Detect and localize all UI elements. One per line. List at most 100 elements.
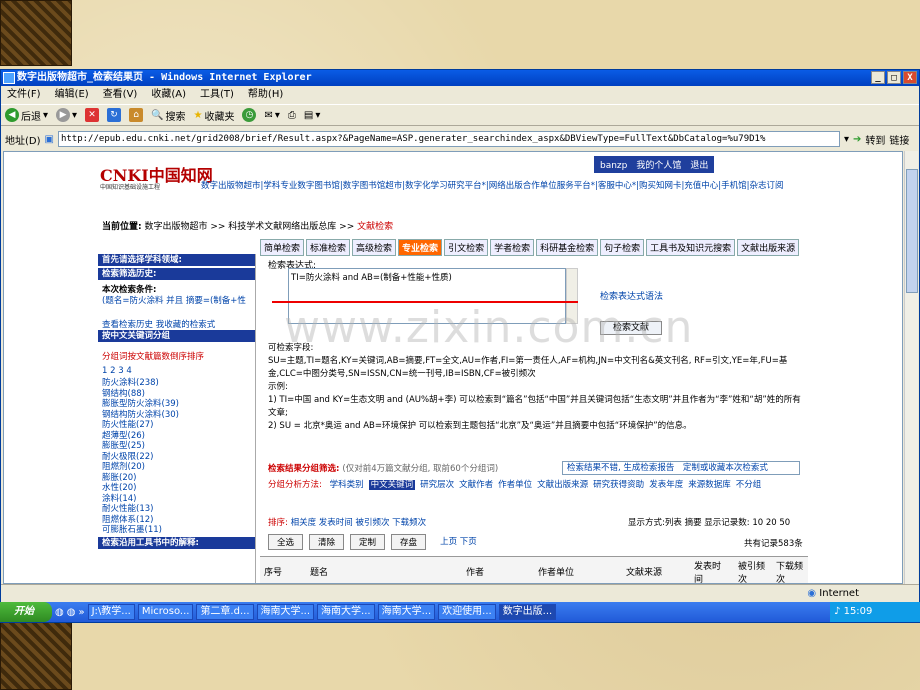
- select-all-button[interactable]: 全选: [268, 534, 304, 550]
- home-button[interactable]: ⌂: [129, 108, 144, 122]
- fields-text: SU=主题,TI=题名,KY=关键词,AB=摘要,FT=全文,AU=作者,FI=…: [268, 356, 788, 379]
- refresh-icon: ↻: [107, 108, 122, 122]
- grammar-link[interactable]: 检索表达式语法: [600, 289, 663, 302]
- task-item[interactable]: 海南大学...: [256, 604, 315, 620]
- subject-header[interactable]: 首先请选择学科领域:: [98, 254, 255, 266]
- keyword-item[interactable]: 钢结构(88): [102, 389, 251, 400]
- keyword-item[interactable]: 耐火性能(13): [102, 504, 251, 515]
- keyword-item[interactable]: 涂料(14): [102, 494, 251, 505]
- tab-fund[interactable]: 科研基金检索: [536, 239, 599, 256]
- keyword-item[interactable]: 水性(20): [102, 483, 251, 494]
- menu-view[interactable]: 查看(V): [103, 87, 138, 103]
- display-options[interactable]: 显示方式:列表 摘要 显示记录数: 10 20 50: [628, 516, 790, 528]
- keyword-pages[interactable]: 1 2 3 4: [98, 364, 255, 378]
- go-button[interactable]: 转到: [865, 132, 885, 147]
- tab-sentence[interactable]: 句子检索: [600, 239, 645, 256]
- group-item[interactable]: 学科类别: [330, 480, 364, 490]
- links-button[interactable]: 链接: [889, 132, 909, 147]
- maximize-button[interactable]: □: [887, 71, 901, 84]
- keyword-item[interactable]: 阻燃剂(20): [102, 462, 251, 473]
- page-scrollbar[interactable]: [904, 151, 918, 584]
- search-button[interactable]: 🔍 搜索: [151, 108, 185, 123]
- site-nav[interactable]: 数字出版物超市|学科专业数字图书馆|数字图书馆超市|数字化学习研究平台*|网络出…: [201, 179, 809, 191]
- reference-header: 检索沿用工具书中的解释:: [98, 536, 255, 549]
- breadcrumb-path[interactable]: 数字出版物超市 >> 科技学术文献网络出版总库 >>: [144, 222, 357, 232]
- minimize-button[interactable]: _: [871, 71, 885, 84]
- task-item[interactable]: 欢迎使用...: [438, 604, 496, 620]
- group-item[interactable]: 文献作者: [459, 480, 493, 490]
- sort-options[interactable]: 相关度 发表时间 被引频次 下载频次: [291, 518, 427, 528]
- keyword-item[interactable]: 膨胀型防火涂料(39): [102, 399, 251, 410]
- group-item[interactable]: 来源数据库: [688, 480, 731, 490]
- menu-file[interactable]: 文件(F): [7, 87, 41, 103]
- customize-button[interactable]: 定制: [350, 534, 386, 550]
- group-item[interactable]: 不分组: [736, 480, 762, 490]
- keyword-item[interactable]: 耐火极限(22): [102, 452, 251, 463]
- tab-scholar[interactable]: 学者检索: [490, 239, 535, 256]
- tray-icon[interactable]: ♪: [834, 606, 840, 617]
- scroll-thumb[interactable]: [906, 169, 918, 293]
- my-search-link[interactable]: 我收藏的检索式: [156, 320, 216, 330]
- print-button[interactable]: ⎙: [288, 110, 296, 121]
- user-links[interactable]: banzp 我的个人馆 退出: [594, 156, 715, 173]
- cnki-logo-subtitle: 中国知识基础设施工程: [100, 184, 161, 191]
- sort-tip[interactable]: 分组词按文献篇数倒序排序: [98, 344, 255, 364]
- tab-simple[interactable]: 简单检索: [260, 239, 305, 256]
- mail-button[interactable]: ✉ ▾: [264, 110, 279, 121]
- tab-advanced[interactable]: 高级检索: [352, 239, 397, 256]
- forward-button[interactable]: ▶ ▾: [56, 108, 77, 122]
- edit-button[interactable]: ▤ ▾: [304, 110, 320, 121]
- menu-favorites[interactable]: 收藏(A): [151, 87, 186, 103]
- tab-citation[interactable]: 引文检索: [444, 239, 489, 256]
- start-button[interactable]: 开始: [0, 602, 52, 622]
- group-item[interactable]: 发表年度: [649, 480, 683, 490]
- quicklaunch-ie-icon[interactable]: ◍: [55, 607, 64, 618]
- favorites-button[interactable]: ★ 收藏夹: [194, 108, 235, 123]
- tab-source[interactable]: 文献出版来源: [737, 239, 800, 256]
- keyword-item[interactable]: 防火性能(27): [102, 420, 251, 431]
- task-item[interactable]: 海南大学...: [377, 604, 436, 620]
- report-links[interactable]: 检索结果不错, 生成检索报告 定制或收藏本次检索式: [562, 461, 800, 475]
- task-item[interactable]: J:\教学...: [87, 604, 135, 620]
- pager[interactable]: 上页 下页: [432, 534, 485, 550]
- keyword-item[interactable]: 可膨胀石墨(11): [102, 525, 251, 536]
- stop-button[interactable]: ✕: [85, 108, 100, 122]
- task-item[interactable]: Microso...: [137, 604, 194, 620]
- group-item[interactable]: 作者单位: [498, 480, 532, 490]
- keyword-item[interactable]: 防火涂料(238): [102, 378, 251, 389]
- keyword-item[interactable]: 阻燃体系(12): [102, 515, 251, 526]
- group-item[interactable]: 文献出版来源: [537, 480, 588, 490]
- address-dropdown[interactable]: ▾: [844, 134, 849, 145]
- group-item[interactable]: 研究层次: [420, 480, 454, 490]
- tab-professional[interactable]: 专业检索: [398, 239, 443, 256]
- keyword-item[interactable]: 膨胀型(25): [102, 441, 251, 452]
- tab-reference[interactable]: 工具书及知识元搜索: [646, 239, 736, 256]
- quicklaunch-icon[interactable]: ◍: [67, 607, 76, 618]
- group-item[interactable]: 研究获得资助: [593, 480, 644, 490]
- task-item[interactable]: 海南大学...: [317, 604, 375, 620]
- task-item[interactable]: 第二章.d...: [196, 604, 254, 620]
- back-button[interactable]: ◀ 后退 ▾: [5, 108, 48, 123]
- close-button[interactable]: X: [903, 71, 917, 84]
- filter-history-header[interactable]: 检索筛选历史:: [98, 268, 255, 280]
- save-button[interactable]: 存盘: [391, 534, 427, 550]
- ie-window: 数字出版物超市_检索结果页 - Windows Internet Explore…: [0, 69, 920, 623]
- clear-button[interactable]: 清除: [309, 534, 345, 550]
- keyword-item[interactable]: 超薄型(26): [102, 431, 251, 442]
- conditions-value[interactable]: (题名=防火涂料 并且 摘要=(制备+性: [102, 296, 246, 306]
- view-history-link[interactable]: 查看检索历史: [102, 320, 153, 330]
- task-item-active[interactable]: 数字出版...: [498, 604, 557, 620]
- breadcrumb-current: 文献检索: [357, 222, 394, 232]
- history-button[interactable]: ◷: [242, 108, 257, 122]
- globe-icon: ◉: [807, 588, 817, 599]
- refresh-button[interactable]: ↻: [107, 108, 122, 122]
- menu-help[interactable]: 帮助(H): [248, 87, 283, 103]
- tab-standard[interactable]: 标准检索: [306, 239, 351, 256]
- address-input[interactable]: http://epub.edu.cnki.net/grid2008/brief/…: [57, 131, 840, 147]
- group-item[interactable]: 中文关键词: [368, 480, 416, 490]
- quicklaunch-more-icon[interactable]: »: [78, 607, 84, 618]
- keyword-item[interactable]: 膨胀(20): [102, 473, 251, 484]
- menu-tools[interactable]: 工具(T): [200, 87, 234, 103]
- menu-edit[interactable]: 编辑(E): [55, 87, 89, 103]
- keyword-item[interactable]: 钢结构防火涂料(30): [102, 410, 251, 421]
